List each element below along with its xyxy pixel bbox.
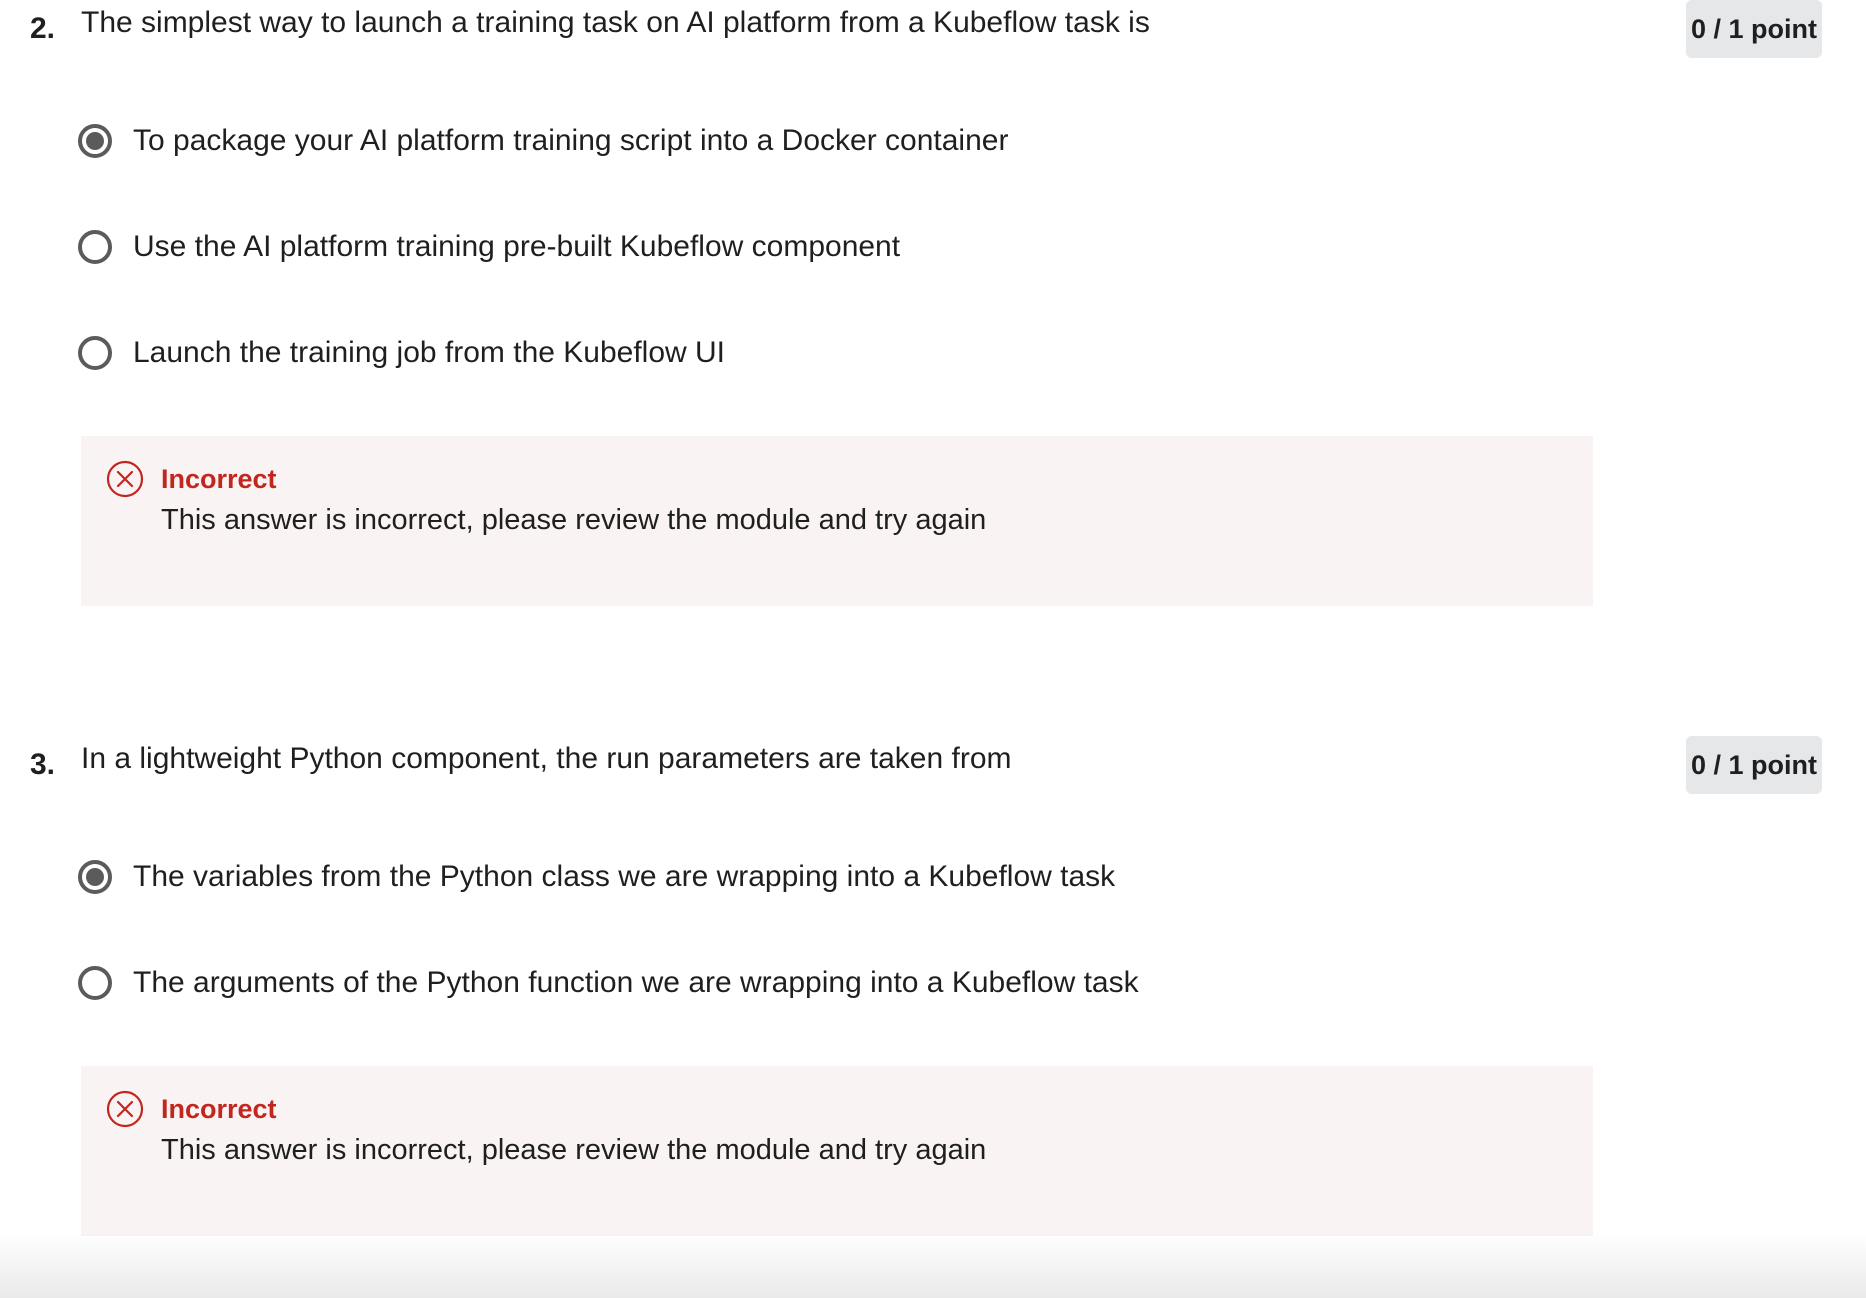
option-label: The variables from the Python class we a… xyxy=(133,860,1116,893)
radio-button[interactable] xyxy=(78,230,112,264)
question-number: 2. xyxy=(30,12,56,45)
option-label: To package your AI platform training scr… xyxy=(133,124,1009,157)
radio-dot xyxy=(86,132,104,150)
radio-dot xyxy=(86,868,104,886)
feedback-message: This answer is incorrect, please review … xyxy=(161,1134,987,1166)
points-badge: 0 / 1 point xyxy=(1686,0,1822,58)
feedback-status: Incorrect xyxy=(161,1094,277,1124)
feedback-box: Incorrect This answer is incorrect, plea… xyxy=(81,1066,1593,1236)
feedback-message: This answer is incorrect, please review … xyxy=(161,504,987,536)
answer-option[interactable]: The variables from the Python class we a… xyxy=(78,860,1115,894)
points-badge: 0 / 1 point xyxy=(1686,736,1822,794)
option-label: Use the AI platform training pre-built K… xyxy=(133,230,901,263)
option-label: Launch the training job from the Kubeflo… xyxy=(133,336,726,369)
feedback-box: Incorrect This answer is incorrect, plea… xyxy=(81,436,1593,606)
bottom-fade xyxy=(0,1232,1866,1298)
x-circle-icon xyxy=(106,1090,144,1128)
radio-button[interactable] xyxy=(78,966,112,1000)
radio-button[interactable] xyxy=(78,336,112,370)
radio-button-selected[interactable] xyxy=(78,124,112,158)
question-number: 3. xyxy=(30,748,56,781)
x-circle-icon xyxy=(106,460,144,498)
answer-option[interactable]: To package your AI platform training scr… xyxy=(78,124,1008,158)
answer-option[interactable]: The arguments of the Python function we … xyxy=(78,966,1139,1000)
answer-option[interactable]: Launch the training job from the Kubeflo… xyxy=(78,336,725,370)
answer-option[interactable]: Use the AI platform training pre-built K… xyxy=(78,230,900,264)
question-text: In a lightweight Python component, the r… xyxy=(81,742,1012,775)
option-label: The arguments of the Python function we … xyxy=(133,966,1139,999)
quiz-results-page: 2. The simplest way to launch a training… xyxy=(0,0,1866,1298)
radio-button-selected[interactable] xyxy=(78,860,112,894)
feedback-status: Incorrect xyxy=(161,464,277,494)
question-text: The simplest way to launch a training ta… xyxy=(81,6,1150,39)
